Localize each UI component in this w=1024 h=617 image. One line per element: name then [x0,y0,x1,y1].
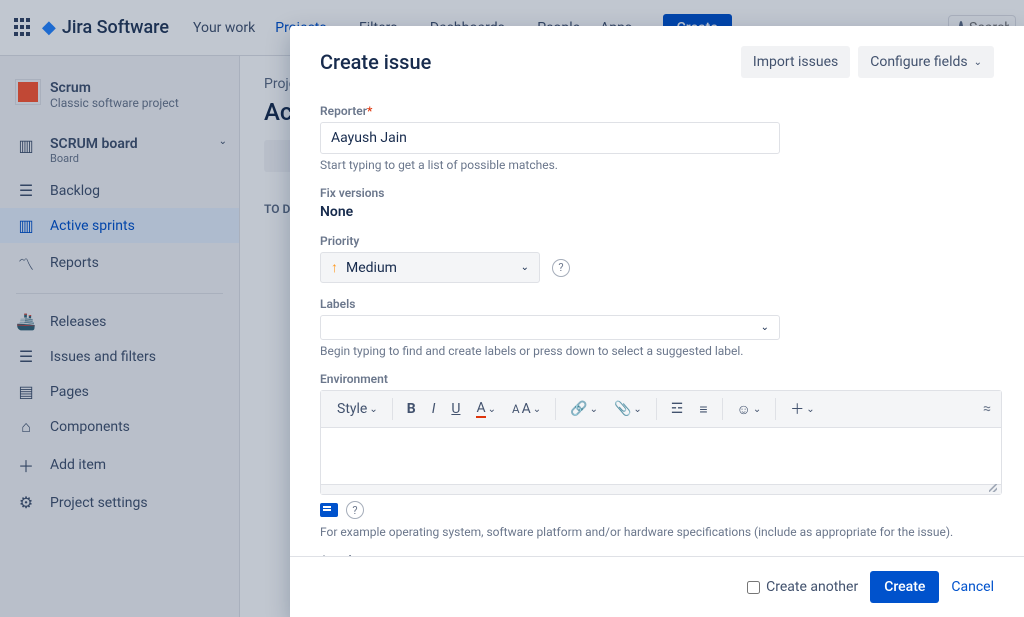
labels-select[interactable]: ⌄ [320,315,780,340]
modal-title: Create issue [320,50,431,74]
reporter-field[interactable] [320,122,780,154]
rte-help-icon[interactable]: ? [346,501,364,519]
rte-clear-format-button[interactable]: AA⌄ [506,397,547,421]
rte-more-button[interactable]: ＋⌄ [784,395,820,423]
chevron-down-icon: ⌄ [974,57,982,68]
rte-style-dropdown[interactable]: Style⌄ [331,397,384,421]
priority-medium-icon: ↑ [331,259,338,276]
cancel-button[interactable]: Cancel [951,579,994,595]
submit-create-button[interactable]: Create [870,571,939,603]
fix-versions-value[interactable]: None [320,204,994,220]
chevron-down-icon: ⌄ [761,322,769,333]
environment-editor[interactable]: Style⌄ B I U A⌄ AA⌄ 🔗⌄ 📎⌄ ☲ ≡ ☺⌄ ＋⌄ ≈ [320,390,1002,495]
rte-collapse-icon[interactable]: ≈ [983,401,991,417]
environment-label: Environment [320,372,994,386]
environment-help-text: For example operating system, software p… [320,525,994,539]
rte-italic-button[interactable]: I [426,397,442,421]
rte-textarea[interactable] [321,428,1001,484]
reporter-label: Reporter* [320,104,994,118]
rte-number-list-button[interactable]: ≡ [693,397,713,422]
import-issues-button[interactable]: Import issues [741,46,850,78]
modal-footer: Create another Create Cancel [290,556,1024,617]
create-issue-modal: Create issue Import issues Configure fie… [290,26,1024,617]
create-another-checkbox[interactable]: Create another [747,579,858,595]
priority-label: Priority [320,234,994,248]
rte-resize-handle[interactable] [321,484,1001,494]
rte-bold-button[interactable]: B [401,397,422,421]
rte-bullet-list-button[interactable]: ☲ [665,397,690,421]
rte-text-color-button[interactable]: A⌄ [470,396,502,422]
reporter-help-text: Start typing to get a list of possible m… [320,158,994,172]
rte-attach-button[interactable]: 📎⌄ [608,397,648,421]
rte-link-button[interactable]: 🔗⌄ [564,397,604,421]
configure-fields-button[interactable]: Configure fields⌄ [858,46,994,78]
rte-underline-button[interactable]: U [445,397,466,421]
rte-emoji-button[interactable]: ☺⌄ [731,397,768,422]
priority-help-icon[interactable]: ? [552,259,570,277]
rte-toolbar: Style⌄ B I U A⌄ AA⌄ 🔗⌄ 📎⌄ ☲ ≡ ☺⌄ ＋⌄ ≈ [321,391,1001,428]
create-another-input[interactable] [747,581,760,594]
priority-select[interactable]: ↑ Medium ⌄ [320,252,540,283]
rte-mode-icon[interactable] [320,503,338,517]
labels-label: Labels [320,297,994,311]
fix-versions-label: Fix versions [320,186,994,200]
labels-help-text: Begin typing to find and create labels o… [320,344,994,358]
chevron-down-icon: ⌄ [521,262,529,273]
